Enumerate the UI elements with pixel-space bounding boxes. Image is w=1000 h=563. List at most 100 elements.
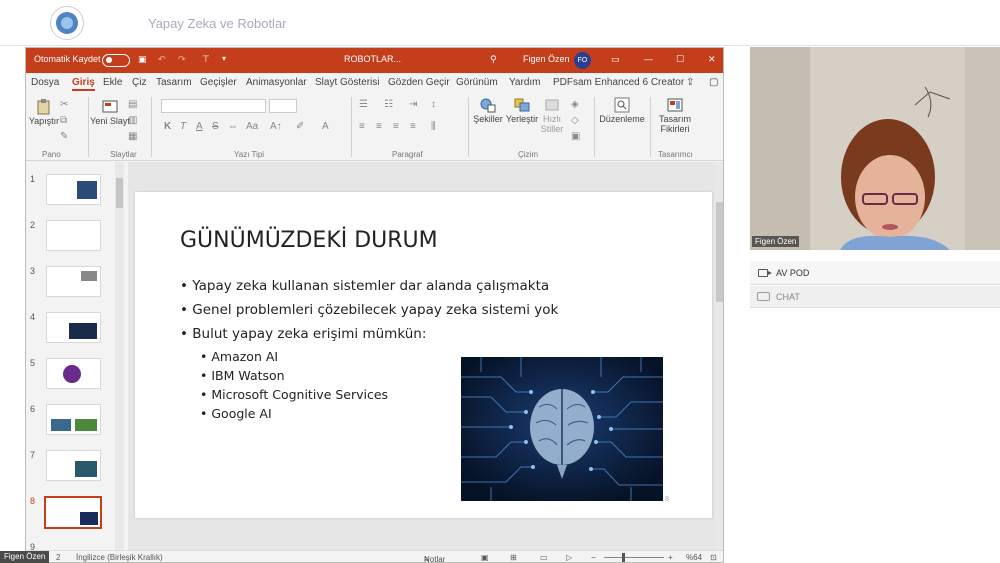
tab-draw[interactable]: Çiz — [132, 77, 146, 88]
shape-outline-icon[interactable]: ◇ — [571, 115, 579, 126]
change-case-icon[interactable]: Aa — [246, 121, 258, 132]
shape-fill-icon[interactable]: ◈ — [571, 99, 579, 110]
zoom-slider[interactable] — [604, 557, 664, 558]
font-name-box[interactable] — [161, 99, 266, 113]
thumb-number: 5 — [30, 358, 36, 368]
tab-view[interactable]: Görünüm — [456, 77, 498, 88]
undo-icon[interactable]: ↶ — [158, 54, 166, 65]
av-pod-label: AV POD — [776, 268, 810, 278]
slide-thumbnail-1[interactable] — [46, 174, 101, 205]
numbering-icon[interactable]: ☷ — [384, 99, 393, 110]
language-indicator[interactable]: İngilizce (Birleşik Krallık) — [76, 553, 163, 562]
zoom-slider-thumb[interactable] — [622, 553, 625, 562]
camera-icon — [758, 269, 772, 277]
underline-icon[interactable]: A — [196, 121, 203, 132]
minimize-icon[interactable]: — — [644, 54, 653, 64]
group-designer: Tasarımcı — [658, 150, 693, 159]
italic-icon[interactable]: T — [180, 121, 186, 132]
paste-button[interactable]: Yapıştır — [28, 99, 60, 126]
ribbon-display-icon[interactable]: ▭ — [611, 54, 620, 65]
slide-thumbnail-8[interactable] — [44, 496, 102, 529]
save-icon[interactable]: ▣ — [138, 54, 147, 65]
zoom-out-icon[interactable]: − — [591, 553, 596, 562]
format-painter-icon[interactable]: ✎ — [60, 131, 68, 142]
zoom-level[interactable]: %64 — [686, 553, 702, 562]
tab-animations[interactable]: Animasyonlar — [246, 77, 307, 88]
comments-icon[interactable]: ▢ — [709, 77, 718, 88]
design-ideas-button[interactable]: Tasarım Fikirleri — [654, 97, 696, 134]
font-color-icon[interactable]: A — [322, 121, 329, 132]
highlight-icon[interactable]: ✐ — [296, 121, 304, 132]
reset-icon[interactable]: ▥ — [128, 115, 137, 126]
cut-icon[interactable]: ✂ — [60, 99, 68, 110]
separator — [594, 97, 595, 157]
zoom-in-icon[interactable]: + — [668, 553, 673, 562]
align-right-icon[interactable]: ≡ — [393, 121, 399, 132]
bullets-icon[interactable]: ☰ — [359, 99, 368, 110]
current-slide[interactable]: GÜNÜMÜZDEKİ DURUM Yapay zeka kullanan si… — [135, 192, 712, 518]
slide-thumbnail-5[interactable] — [46, 358, 101, 389]
fit-slide-icon[interactable]: ⊡ — [710, 553, 717, 562]
tab-home[interactable]: Giriş — [72, 77, 95, 91]
spacing-icon[interactable]: ⇔ — [228, 121, 238, 132]
thumbnail-scrollbar[interactable] — [115, 162, 124, 550]
align-left-icon[interactable]: ≡ — [359, 121, 365, 132]
bold-icon[interactable]: K — [164, 121, 171, 132]
tab-file[interactable]: Dosya — [31, 77, 59, 88]
reading-view-icon[interactable]: ▭ — [540, 553, 548, 562]
section-icon[interactable]: ▦ — [128, 131, 137, 142]
redo-icon[interactable]: ↷ — [178, 54, 186, 65]
align-center-icon[interactable]: ≡ — [376, 121, 382, 132]
shape-effects-icon[interactable]: ▣ — [571, 131, 580, 142]
editing-button[interactable]: Düzenleme — [598, 97, 646, 124]
tab-transitions[interactable]: Geçişler — [200, 77, 237, 88]
grow-font-icon[interactable]: A↑ — [270, 121, 282, 132]
font-size-box[interactable] — [269, 99, 297, 113]
quick-styles-button[interactable]: Hızlı Stiller — [538, 97, 566, 134]
indent-icon[interactable]: ⇥ — [409, 99, 417, 110]
columns-icon[interactable]: ⫼ — [431, 121, 436, 132]
tab-insert[interactable]: Ekle — [103, 77, 122, 88]
qat-more-icon[interactable]: ▾ — [222, 54, 226, 63]
tab-help[interactable]: Yardım — [509, 77, 541, 88]
layout-icon[interactable]: ▤ — [128, 99, 137, 110]
line-spacing-icon[interactable]: ↕ — [431, 99, 436, 110]
slideshow-icon[interactable]: ▷ — [566, 553, 572, 562]
search-icon[interactable]: ⚲ — [490, 54, 497, 65]
slide-thumbnail-7[interactable] — [46, 450, 101, 481]
file-name: ROBOTLAR... — [344, 54, 402, 64]
share-icon[interactable]: ⇪ — [686, 77, 694, 88]
new-slide-button[interactable]: Yeni Slayt — [90, 99, 130, 126]
slide-sorter-icon[interactable]: ⊞ — [510, 553, 517, 562]
tab-review[interactable]: Gözden Geçir — [388, 77, 450, 88]
tab-design[interactable]: Tasarım — [156, 77, 192, 88]
close-icon[interactable]: ✕ — [708, 54, 716, 65]
group-slides: Slaytlar — [110, 150, 137, 159]
shapes-button[interactable]: Şekiller — [473, 97, 503, 124]
new-slide-label: Yeni Slayt — [90, 116, 130, 126]
slide-thumbnail-3[interactable] — [46, 266, 101, 297]
slide-thumbnail-pane: 1 2 3 4 5 6 7 8 9 — [26, 162, 128, 552]
tab-slideshow[interactable]: Slayt Gösterisi — [315, 77, 379, 88]
thumb-number: 4 — [30, 312, 36, 322]
chat-header[interactable]: CHAT — [750, 286, 1000, 308]
arrange-button[interactable]: Yerleştir — [504, 97, 540, 124]
design-ideas-icon — [667, 98, 683, 112]
normal-view-icon[interactable]: ▣ — [481, 553, 489, 562]
separator — [88, 97, 89, 157]
slide-scrollbar[interactable] — [715, 162, 723, 550]
justify-icon[interactable]: ≡ — [410, 121, 416, 132]
slide-thumbnail-6[interactable] — [46, 404, 101, 435]
copy-icon[interactable]: ⧉ — [60, 115, 67, 126]
slide-thumbnail-4[interactable] — [46, 312, 101, 343]
strikethrough-icon[interactable]: S — [212, 121, 219, 132]
user-avatar[interactable]: FO — [574, 52, 591, 69]
maximize-icon[interactable]: ☐ — [676, 54, 684, 65]
tab-pdfsam[interactable]: PDFsam Enhanced 6 Creator — [553, 77, 684, 88]
slide-bullet: Yapay zeka kullanan sistemler dar alanda… — [180, 278, 549, 294]
slide-thumbnail-2[interactable] — [46, 220, 101, 251]
presenter-icon[interactable]: ⊤ — [202, 54, 210, 65]
autosave-toggle[interactable] — [102, 54, 130, 67]
thumb-number: 8 — [30, 496, 36, 506]
av-pod-header[interactable]: AV POD — [750, 261, 1000, 285]
